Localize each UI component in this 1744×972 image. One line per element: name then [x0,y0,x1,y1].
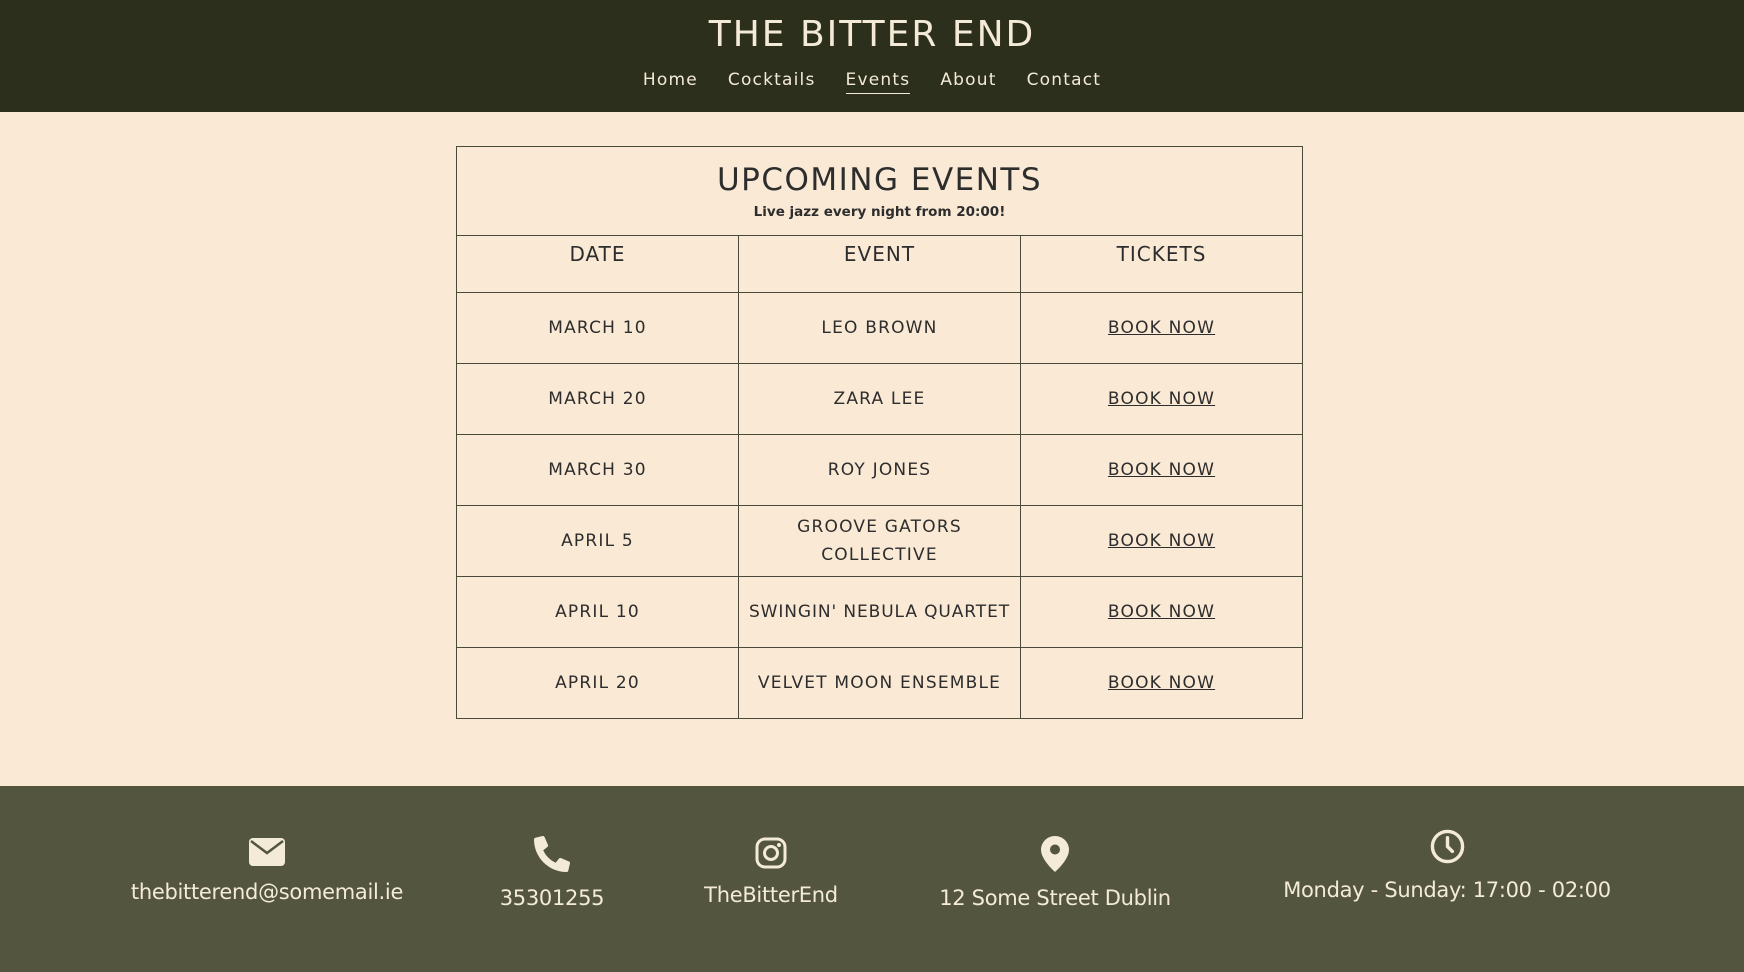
event-date: APRIL 20 [456,647,739,719]
book-now-link[interactable]: BOOK NOW [1108,673,1215,693]
clock-icon [1430,829,1464,864]
nav-about[interactable]: About [940,70,996,94]
tickets-cell: BOOK NOW [1019,647,1304,719]
envelope-icon [249,838,285,866]
event-date: APRIL 5 [456,505,739,577]
nav-home[interactable]: Home [643,70,698,94]
map-pin-icon [1041,836,1069,872]
nav-contact[interactable]: Contact [1027,70,1102,94]
events-caption: UPCOMING EVENTS Live jazz every night fr… [455,146,1304,236]
tickets-cell: BOOK NOW [1019,505,1304,577]
tickets-cell: BOOK NOW [1019,434,1304,506]
table-row: MARCH 30 ROY JONES BOOK NOW [456,434,1304,506]
event-date: MARCH 10 [456,292,739,364]
footer-phone[interactable]: 35301255 [472,836,632,910]
events-title: UPCOMING EVENTS [716,162,1043,199]
table-row: APRIL 20 VELVET MOON ENSEMBLE BOOK NOW [456,647,1304,719]
site-title: THE BITTER END [708,14,1036,55]
event-date: MARCH 30 [456,434,739,506]
event-name: VELVET MOON ENSEMBLE [738,647,1021,719]
site-footer: thebitterend@somemail.ie 35301255 TheBit… [0,786,1744,972]
events-table: UPCOMING EVENTS Live jazz every night fr… [455,146,1304,719]
footer-instagram-text: TheBitterEnd [704,883,838,907]
book-now-link[interactable]: BOOK NOW [1108,389,1215,409]
footer-instagram[interactable]: TheBitterEnd [686,837,856,907]
footer-phone-text: 35301255 [499,886,605,910]
book-now-link[interactable]: BOOK NOW [1108,531,1215,551]
event-date: MARCH 20 [456,363,739,435]
events-subtitle: Live jazz every night from 20:00! [753,203,1006,220]
footer-email-text: thebitterend@somemail.ie [130,880,404,904]
book-now-link[interactable]: BOOK NOW [1108,318,1215,338]
column-header-date: DATE [456,235,739,293]
event-name: LEO BROWN [738,292,1021,364]
tickets-cell: BOOK NOW [1019,363,1304,435]
event-date: APRIL 10 [456,576,739,648]
main-nav: Home Cocktails Events About Contact [0,70,1744,94]
footer-email[interactable]: thebitterend@somemail.ie [117,838,417,904]
instagram-icon [755,837,787,869]
book-now-link[interactable]: BOOK NOW [1108,460,1215,480]
phone-icon [534,836,570,872]
nav-events[interactable]: Events [845,70,911,94]
column-header-tickets: TICKETS [1019,235,1304,293]
event-name: ROY JONES [738,434,1021,506]
nav-cocktails[interactable]: Cocktails [728,70,816,94]
column-header-event: EVENT [738,235,1021,293]
event-name: ZARA LEE [738,363,1021,435]
table-row: APRIL 5 GROOVE GATORS COLLECTIVE BOOK NO… [456,505,1304,577]
event-name: GROOVE GATORS COLLECTIVE [738,505,1021,577]
footer-hours-text: Monday - Sunday: 17:00 - 02:00 [1283,878,1611,902]
page: THE BITTER END Home Cocktails Events Abo… [0,0,1744,972]
footer-hours: Monday - Sunday: 17:00 - 02:00 [1272,829,1622,902]
event-name: SWINGIN' NEBULA QUARTET [738,576,1021,648]
tickets-cell: BOOK NOW [1019,292,1304,364]
table-row: MARCH 20 ZARA LEE BOOK NOW [456,363,1304,435]
table-row: MARCH 10 LEO BROWN BOOK NOW [456,292,1304,364]
table-row: APRIL 10 SWINGIN' NEBULA QUARTET BOOK NO… [456,576,1304,648]
footer-address-text: 12 Some Street Dublin [939,886,1171,910]
site-header: THE BITTER END Home Cocktails Events Abo… [0,0,1744,112]
tickets-cell: BOOK NOW [1019,576,1304,648]
footer-address[interactable]: 12 Some Street Dublin [925,836,1185,910]
book-now-link[interactable]: BOOK NOW [1108,602,1215,622]
